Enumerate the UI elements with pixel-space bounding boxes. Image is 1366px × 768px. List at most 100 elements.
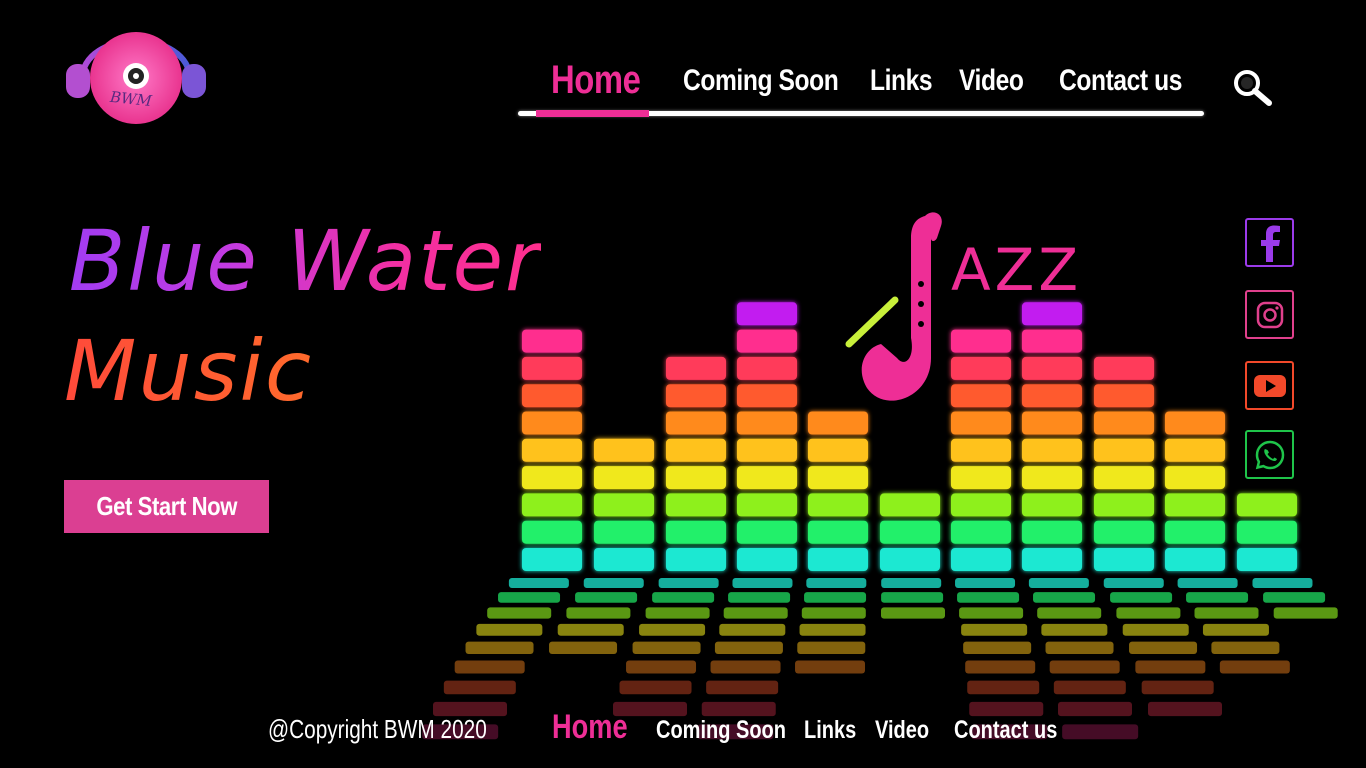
equalizer-block — [880, 520, 940, 544]
nav-active-indicator — [536, 110, 649, 117]
whatsapp-icon[interactable] — [1245, 430, 1294, 479]
equalizer-reflection-block — [1033, 592, 1096, 603]
equalizer-reflection-block — [566, 607, 631, 619]
bwm-logo[interactable]: BWM — [64, 18, 208, 124]
equalizer-reflection-block — [967, 680, 1040, 695]
facebook-icon[interactable] — [1245, 218, 1294, 267]
equalizer-block — [737, 411, 797, 435]
equalizer-block — [880, 548, 940, 571]
nav-item-links[interactable]: Links — [870, 64, 933, 98]
footer-nav-video[interactable]: Video — [875, 716, 929, 745]
equalizer-reflection-block — [557, 623, 624, 636]
equalizer-block — [522, 438, 582, 462]
equalizer-block — [666, 466, 726, 490]
equalizer-block — [666, 520, 726, 544]
equalizer-block — [522, 411, 582, 435]
equalizer-reflection-block — [723, 607, 788, 619]
equalizer-block — [951, 438, 1011, 462]
equalizer-reflection-block — [1186, 592, 1249, 603]
equalizer-reflection-block — [1058, 701, 1132, 717]
equalizer-block — [808, 438, 868, 462]
get-started-button[interactable]: Get Start Now — [64, 480, 269, 533]
equalizer-reflection-block — [1148, 701, 1222, 717]
footer-nav-links[interactable]: Links — [804, 716, 856, 745]
equalizer-block — [951, 520, 1011, 544]
nav-item-home[interactable]: Home — [551, 58, 641, 103]
equalizer-reflection-block — [652, 592, 715, 603]
equalizer-reflection-block — [639, 623, 706, 636]
equalizer-reflection-block — [701, 701, 776, 717]
equalizer-reflection-block — [881, 592, 944, 603]
equalizer-block — [1022, 438, 1082, 462]
nav-item-video[interactable]: Video — [959, 64, 1024, 98]
equalizer-block — [594, 493, 654, 517]
equalizer-block — [666, 356, 726, 380]
equalizer-block — [737, 493, 797, 517]
equalizer-reflection-block — [728, 592, 791, 603]
equalizer-reflection-block — [965, 660, 1036, 674]
equalizer-block — [1094, 548, 1154, 571]
equalizer-reflection-block — [1219, 660, 1290, 674]
equalizer-block — [522, 329, 582, 353]
hero-title-line1: Blue Water — [68, 212, 541, 310]
equalizer-reflection-block — [454, 660, 525, 674]
equalizer-block — [737, 329, 797, 353]
equalizer-reflection-block — [806, 578, 867, 588]
equalizer-reflection-block — [575, 592, 638, 603]
equalizer-reflection-block — [1141, 680, 1214, 695]
equalizer-reflection-block — [632, 641, 701, 654]
equalizer-reflection-block — [714, 641, 783, 654]
youtube-icon[interactable] — [1245, 361, 1294, 410]
equalizer-block — [1165, 520, 1225, 544]
equalizer-reflection-block — [487, 607, 552, 619]
footer-nav-contact-us[interactable]: Contact us — [954, 716, 1057, 745]
equalizer-block — [951, 411, 1011, 435]
equalizer-block — [951, 466, 1011, 490]
equalizer-block — [666, 411, 726, 435]
equalizer-block — [1165, 466, 1225, 490]
equalizer-reflection-block — [1211, 641, 1280, 654]
equalizer-block — [1094, 356, 1154, 380]
equalizer-block — [1094, 493, 1154, 517]
equalizer-block — [1022, 548, 1082, 571]
equalizer-block — [737, 466, 797, 490]
equalizer-reflection-block — [955, 578, 1016, 588]
equalizer-block — [594, 438, 654, 462]
instagram-icon[interactable] — [1245, 290, 1294, 339]
equalizer-reflection-block — [1053, 680, 1126, 695]
equalizer-block — [951, 548, 1011, 571]
equalizer-reflection-block — [658, 578, 719, 588]
equalizer-block — [808, 411, 868, 435]
equalizer-block — [1022, 302, 1082, 326]
equalizer-block — [666, 384, 726, 408]
equalizer-block — [951, 493, 1011, 517]
saxophone-icon — [845, 212, 942, 401]
equalizer-reflection-block — [1037, 607, 1102, 619]
equalizer-reflection-block — [549, 641, 618, 654]
equalizer-reflection-block — [1103, 578, 1164, 588]
equalizer-block — [522, 520, 582, 544]
equalizer-reflection-block — [1062, 724, 1139, 740]
equalizer-reflection-block — [881, 578, 942, 588]
equalizer-block — [737, 520, 797, 544]
equalizer-reflection-block — [498, 592, 561, 603]
equalizer-block — [737, 384, 797, 408]
equalizer-reflection-block — [1202, 623, 1269, 636]
nav-item-coming-soon[interactable]: Coming Soon — [683, 64, 839, 98]
equalizer-reflection-block — [706, 680, 779, 695]
footer-nav-coming-soon[interactable]: Coming Soon — [656, 716, 786, 745]
equalizer-reflection-block — [645, 607, 710, 619]
equalizer-block — [737, 438, 797, 462]
equalizer-reflection-block — [1177, 578, 1238, 588]
search-icon[interactable] — [1232, 68, 1274, 110]
footer-nav-home[interactable]: Home — [552, 708, 628, 747]
equalizer-block — [1094, 438, 1154, 462]
nav-item-contact-us[interactable]: Contact us — [1059, 64, 1182, 98]
equalizer-reflection-block — [443, 680, 516, 695]
equalizer-reflection-block — [465, 641, 534, 654]
equalizer-reflection-block — [804, 592, 867, 603]
equalizer-block — [594, 520, 654, 544]
equalizer-block — [951, 356, 1011, 380]
equalizer-reflection-block — [1252, 578, 1313, 588]
copyright-text: @Copyright BWM 2020 — [268, 714, 487, 744]
